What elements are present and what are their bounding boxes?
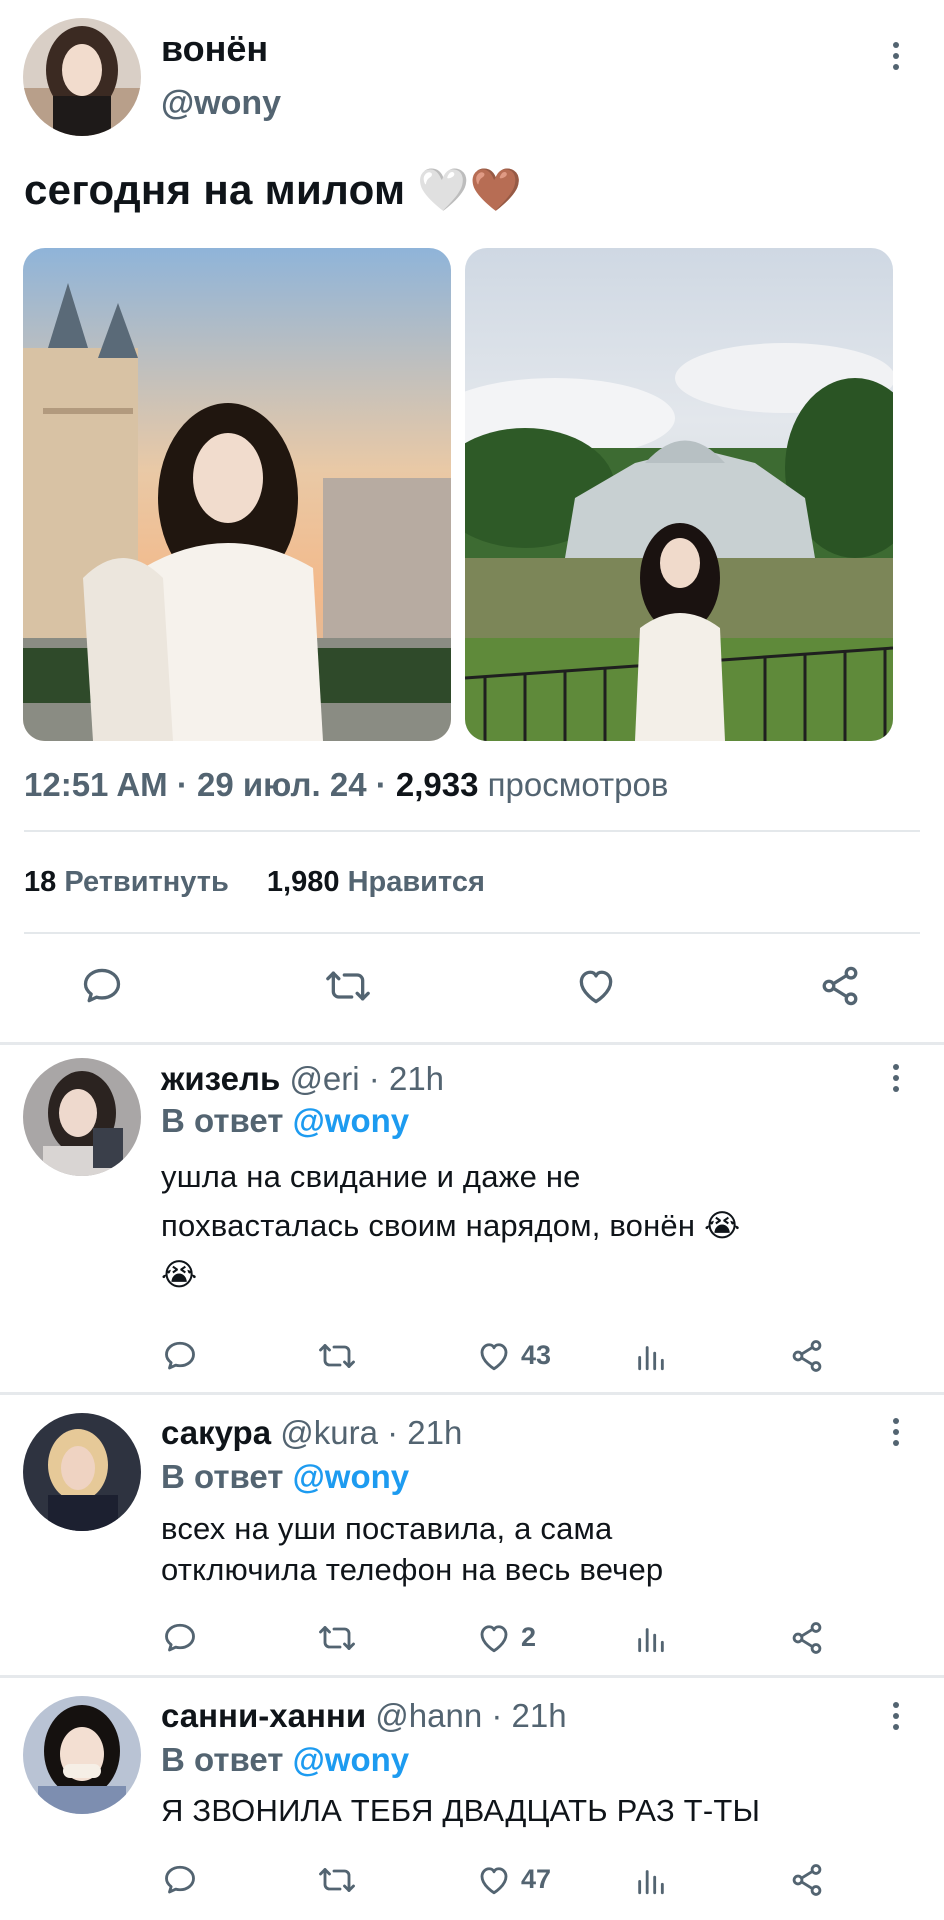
like-count: 2 — [521, 1622, 537, 1652]
heart-icon — [579, 970, 613, 1004]
retweet-button[interactable] — [315, 1862, 359, 1898]
like-count: 47 — [521, 1864, 552, 1894]
reply-time: 21h — [388, 1060, 445, 1097]
bar-chart-icon — [638, 1346, 664, 1371]
share-icon — [792, 1622, 822, 1654]
views-label: просмотров — [487, 766, 669, 803]
retweet-icon — [319, 1626, 355, 1650]
reply-time: 21h — [511, 1697, 567, 1734]
reply-author-name[interactable]: сакура — [161, 1414, 271, 1451]
more-vertical-icon[interactable] — [886, 38, 906, 74]
retweet-button[interactable] — [322, 964, 374, 1008]
heart-icon — [480, 1867, 508, 1895]
comment-bubble-icon — [165, 1341, 195, 1370]
reply-header: сакура @kura · 21h — [161, 1414, 463, 1451]
share-icon — [792, 1340, 822, 1372]
bar-chart-icon — [638, 1628, 664, 1653]
main-author-handle[interactable]: @wony — [161, 84, 281, 123]
reply-avatar[interactable] — [23, 1696, 141, 1814]
reply-to: В ответ @wony — [161, 1458, 409, 1496]
reply-button[interactable] — [161, 1862, 199, 1898]
like-count: 43 — [521, 1340, 552, 1370]
reply-text: Я ЗВОНИЛА ТЕБЯ ДВАДЦАТЬ РАЗ Т-ТЫ — [161, 1790, 760, 1831]
heart-icon — [480, 1343, 508, 1371]
tweet-meta: 12:51 AM · 29 июл. 24 · 2,933 просмотров — [24, 766, 669, 803]
main-author-name[interactable]: вонён — [161, 28, 268, 70]
reply-mention[interactable]: @wony — [293, 1458, 410, 1495]
comment-bubble-icon — [83, 968, 121, 1003]
reply-author-handle[interactable]: @eri — [289, 1060, 359, 1097]
comment-bubble-icon — [165, 1865, 195, 1894]
tweet-photo-cathedral[interactable] — [23, 248, 451, 741]
tweet-stats: 18 Ретвитнуть 1,980 Нравится — [24, 866, 485, 899]
reply-mention[interactable]: @wony — [293, 1102, 410, 1139]
tweet-photo-park[interactable] — [465, 248, 893, 741]
views-button[interactable] — [634, 1338, 668, 1374]
bar-chart-icon — [638, 1870, 664, 1895]
comment-bubble-icon — [165, 1623, 195, 1652]
reply-text-line: похвасталась своим нарядом, вонён 😭 — [161, 1208, 741, 1243]
reply-header: жизель @eri · 21h — [161, 1060, 445, 1097]
main-author-avatar[interactable] — [23, 18, 141, 136]
retweet-icon — [319, 1868, 355, 1892]
reply-author-handle[interactable]: @kura — [280, 1414, 378, 1451]
reply-button[interactable] — [161, 1620, 199, 1656]
retweet-icon — [319, 1344, 355, 1368]
reply-text-line: всех на уши поставила, а сама — [161, 1511, 613, 1546]
reply-prefix: В ответ — [161, 1741, 284, 1778]
reply-author-name[interactable]: жизель — [161, 1060, 280, 1097]
likes-label[interactable]: Нравится — [348, 866, 485, 898]
retweets-count[interactable]: 18 — [24, 866, 56, 898]
share-icon — [792, 1864, 822, 1896]
more-vertical-icon[interactable] — [886, 1414, 906, 1450]
reply-button[interactable] — [80, 964, 124, 1008]
reply-text: всех на уши поставила, а сама отключила … — [161, 1508, 663, 1590]
reply-prefix: В ответ — [161, 1102, 284, 1139]
reply-header: санни-ханни @hann · 21h — [161, 1697, 567, 1734]
reply-author-handle[interactable]: @hann — [375, 1697, 482, 1734]
reply-text-line: отключила телефон на весь вечер — [161, 1552, 664, 1587]
reply-text-line: 😭 — [161, 1257, 198, 1292]
divider — [0, 1042, 944, 1045]
retweets-label[interactable]: Ретвитнуть — [64, 866, 228, 898]
retweet-icon — [326, 971, 370, 1001]
tweet-time: 12:51 AM — [24, 766, 168, 803]
share-button[interactable] — [788, 1338, 826, 1374]
views-button[interactable] — [634, 1620, 668, 1656]
reply-text-line: Я ЗВОНИЛА ТЕБЯ ДВАДЦАТЬ РАЗ Т-ТЫ — [161, 1793, 761, 1828]
divider — [0, 1675, 944, 1678]
reply-button[interactable] — [161, 1338, 199, 1374]
like-button[interactable] — [573, 964, 619, 1008]
share-button[interactable] — [788, 1862, 826, 1898]
like-button[interactable] — [475, 1620, 513, 1656]
reply-text: ушла на свидание и даже не похвасталась … — [161, 1152, 740, 1299]
divider — [0, 1392, 944, 1395]
reply-avatar[interactable] — [23, 1058, 141, 1176]
divider — [24, 932, 920, 934]
divider — [24, 830, 920, 832]
reply-to: В ответ @wony — [161, 1741, 409, 1779]
retweet-button[interactable] — [315, 1620, 359, 1656]
heart-icon — [480, 1625, 508, 1653]
tweet-text: сегодня на милом 🤍🤎 — [24, 166, 523, 213]
reply-time: 21h — [407, 1414, 463, 1451]
share-icon — [822, 966, 858, 1006]
retweet-button[interactable] — [315, 1338, 359, 1374]
reply-author-name[interactable]: санни-ханни — [161, 1697, 366, 1734]
more-vertical-icon[interactable] — [886, 1698, 906, 1734]
reply-text-line: ушла на свидание и даже не — [161, 1159, 581, 1194]
share-button[interactable] — [788, 1620, 826, 1656]
views-button[interactable] — [634, 1862, 668, 1898]
likes-count[interactable]: 1,980 — [267, 866, 340, 898]
like-button[interactable] — [475, 1862, 513, 1898]
share-button[interactable] — [817, 964, 863, 1008]
tweet-date: 29 июл. 24 — [197, 766, 367, 803]
reply-prefix: В ответ — [161, 1458, 284, 1495]
reply-mention[interactable]: @wony — [293, 1741, 410, 1778]
more-vertical-icon[interactable] — [886, 1060, 906, 1096]
reply-avatar[interactable] — [23, 1413, 141, 1531]
like-button[interactable] — [475, 1338, 513, 1374]
views-count: 2,933 — [395, 766, 479, 803]
reply-to: В ответ @wony — [161, 1102, 409, 1140]
